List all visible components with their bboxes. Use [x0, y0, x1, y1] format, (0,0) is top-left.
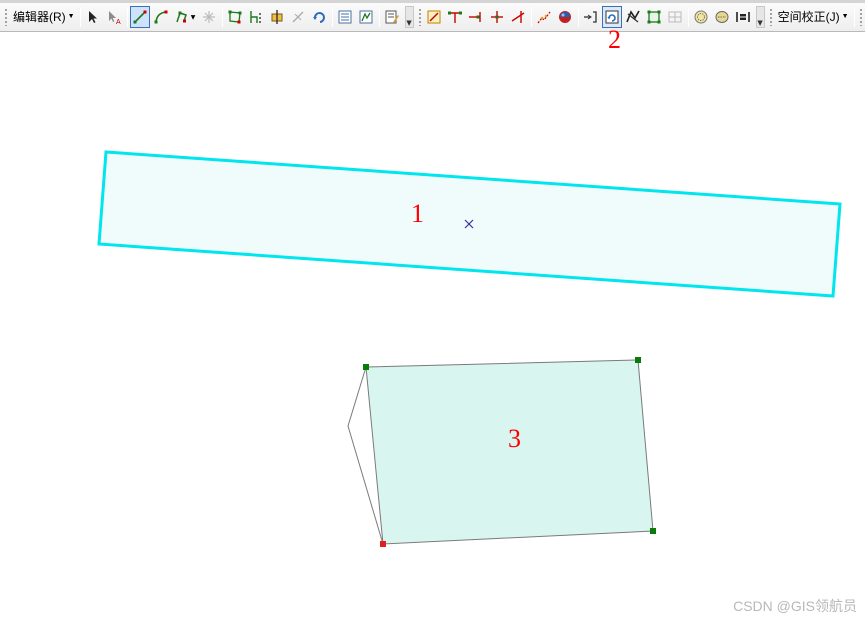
- chevron-down-icon: ▼: [841, 13, 849, 20]
- cut-polygons-icon: [271, 10, 283, 24]
- toolbar-separator: [687, 7, 689, 27]
- toolbar-grip[interactable]: [417, 8, 422, 26]
- arc-segment-button[interactable]: [151, 6, 171, 28]
- toolbar-separator: [331, 7, 333, 27]
- toolbar-separator: [126, 7, 128, 27]
- toolbar-grip[interactable]: [4, 8, 8, 26]
- straight-segment-icon: [133, 10, 147, 24]
- create-features-button[interactable]: [382, 6, 402, 28]
- copy-parallel-icon: [736, 12, 750, 22]
- point-button[interactable]: [199, 6, 219, 28]
- copy-parallel-button[interactable]: [733, 6, 753, 28]
- split-tool-button[interactable]: [288, 6, 308, 28]
- rotate-tool-button[interactable]: [309, 6, 329, 28]
- editor-menu[interactable]: 编辑器(R) ▼: [10, 6, 78, 28]
- toolbar-separator: [378, 7, 380, 27]
- union-icon: [715, 11, 729, 23]
- edit-annotation-button[interactable]: A: [104, 6, 124, 28]
- align-to-shape-icon: [448, 11, 463, 23]
- last-vertex-handle[interactable]: [380, 541, 386, 547]
- buffer-icon: [694, 10, 708, 24]
- spatial-adjust-menu-label: 空间校正(J): [777, 10, 840, 24]
- cut-polygons-button[interactable]: [267, 6, 287, 28]
- smooth-icon: [559, 11, 572, 23]
- vertex-handle[interactable]: [650, 528, 656, 534]
- edit-tool-button[interactable]: [83, 6, 103, 28]
- grid-button[interactable]: [665, 6, 685, 28]
- sketch-properties-icon: [359, 10, 373, 24]
- point-icon: [203, 11, 216, 23]
- trim-button[interactable]: [487, 6, 507, 28]
- grid-icon: [668, 11, 682, 23]
- extend-button[interactable]: [466, 6, 486, 28]
- svg-text:A: A: [116, 19, 121, 25]
- annotation-label-1: 1: [411, 199, 424, 228]
- construct-features-icon: [605, 10, 619, 24]
- toolbar-separator: [530, 7, 532, 27]
- align-to-shape-button[interactable]: [445, 6, 465, 28]
- fillet-button[interactable]: [623, 6, 643, 28]
- buffer-button[interactable]: [691, 6, 711, 28]
- annotation-label-2: 2: [608, 25, 621, 54]
- toolbar-separator: [853, 7, 855, 27]
- toolbar-separator: [79, 7, 81, 27]
- vertex-handle[interactable]: [363, 364, 369, 370]
- reshape-feature-icon: [250, 11, 262, 23]
- smooth-button[interactable]: [555, 6, 575, 28]
- straight-segment-button[interactable]: [130, 6, 151, 28]
- attributes-button[interactable]: [335, 6, 355, 28]
- editor-menu-label: 编辑器(R): [13, 10, 66, 24]
- line-intersection-icon: [511, 11, 525, 23]
- edit-tool-icon: [89, 11, 98, 23]
- rotate-tool-icon: [313, 12, 326, 23]
- edit-vertices-icon: [228, 10, 242, 24]
- vertex-handle[interactable]: [635, 357, 641, 363]
- generalize-icon: [537, 11, 551, 24]
- watermark: CSDN @GIS领航员: [733, 598, 857, 614]
- toolbar-separator: [221, 7, 223, 27]
- toolbar-overflow-button[interactable]: ▼: [404, 6, 414, 28]
- chevron-down-icon: ▼: [190, 13, 196, 21]
- trim-icon: [491, 11, 504, 23]
- attributes-icon: [338, 10, 352, 24]
- map-canvas[interactable]: [0, 32, 865, 624]
- generalize-button[interactable]: [534, 6, 554, 28]
- rectangle-icon: [647, 10, 661, 24]
- line-intersection-button[interactable]: [508, 6, 528, 28]
- union-button[interactable]: [712, 6, 732, 28]
- toolbar-overflow-button[interactable]: ▼: [755, 6, 765, 28]
- topology-edit-icon: [427, 10, 441, 24]
- toolbar-grip[interactable]: [858, 8, 863, 26]
- chevron-down-icon: ▼: [406, 19, 412, 27]
- edit-vertices-button[interactable]: [225, 6, 245, 28]
- chevron-down-icon: ▼: [757, 19, 763, 27]
- reshape-feature-button[interactable]: [246, 6, 266, 28]
- edit-annotation-icon: A: [109, 11, 121, 25]
- annotation-label-3: 3: [508, 424, 521, 453]
- topology-edit-button[interactable]: [424, 6, 444, 28]
- arc-segment-icon: [154, 10, 168, 24]
- reshape-edge-icon: [584, 11, 597, 23]
- trace-tool-icon: [176, 11, 187, 23]
- toolbar-separator: [577, 7, 579, 27]
- toolbar-grip[interactable]: [768, 8, 773, 26]
- reshape-edge-button[interactable]: [581, 6, 601, 28]
- create-features-icon: [385, 10, 400, 24]
- editor-toolbar: 编辑器(R) ▼ A ▼ ▼ ▼ 空间校正(J) ▼: [0, 0, 865, 32]
- map-drawing: [97, 150, 842, 547]
- rectangle-button[interactable]: [644, 6, 664, 28]
- spatial-adjustment-menu[interactable]: 空间校正(J) ▼: [775, 6, 852, 28]
- sketch-properties-button[interactable]: [356, 6, 376, 28]
- extend-icon: [469, 12, 481, 22]
- chevron-down-icon: ▼: [67, 13, 75, 20]
- split-tool-icon: [292, 11, 304, 23]
- fillet-icon: [626, 10, 640, 23]
- trace-tool-button[interactable]: ▼: [172, 6, 198, 28]
